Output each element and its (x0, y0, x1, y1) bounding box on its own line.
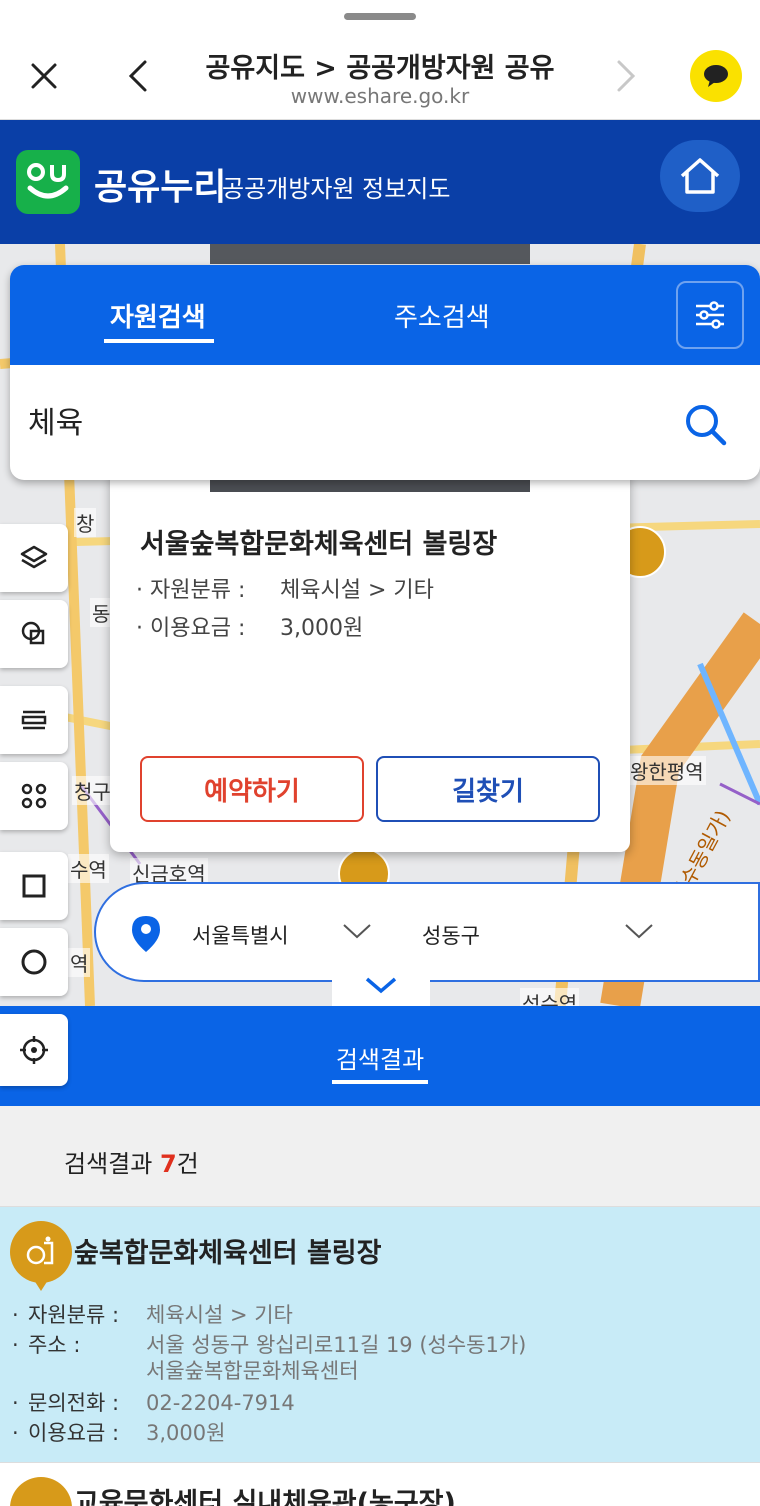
page-title: 공유지도 > 공공개방자원 공유 (205, 53, 555, 84)
search-panel: 자원검색 주소검색 (10, 265, 760, 480)
home-icon (680, 158, 720, 194)
map-label: 청구 (72, 776, 113, 805)
resource-popup: 서울숲복합문화체육센터 볼링장 · 자원분류 : 체육시설 > 기타 · 이용요금… (110, 470, 630, 852)
my-location-button[interactable] (0, 1014, 68, 1086)
square-icon (22, 874, 46, 898)
page-url: www.eshare.go.kr (290, 84, 470, 108)
overlap-icon (21, 621, 45, 645)
results-tab-bar: 검색결과 (0, 1006, 760, 1106)
search-input[interactable] (28, 395, 648, 445)
results-count-prefix: 검색결과 (64, 1150, 160, 1178)
map-label: 역 (68, 948, 91, 977)
chevron-down-icon[interactable] (342, 922, 372, 944)
list-item-title: 교육문화센터 실내체육관(농구장) (74, 1488, 456, 1506)
home-button[interactable] (660, 140, 740, 212)
map-label: 수역 (68, 854, 109, 883)
polygon-nodes-icon (21, 783, 47, 809)
list-item[interactable]: 교육문화센터 실내체육관(농구장) (0, 1462, 760, 1506)
forward-icon[interactable] (602, 52, 650, 100)
circle-icon (21, 949, 47, 975)
draw-circle-button[interactable] (0, 928, 68, 996)
layers-icon (20, 545, 48, 569)
back-icon[interactable] (114, 52, 162, 100)
map-label: 창 (74, 508, 97, 537)
phone-key: 문의전화 : (28, 1391, 120, 1415)
chat-bubble-icon[interactable] (690, 50, 742, 102)
popup-fee-row: · 이용요금 :3,000원 (136, 610, 363, 642)
active-tab-indicator (332, 1080, 428, 1084)
area-measure-button[interactable] (0, 762, 68, 830)
overlay-button[interactable] (0, 600, 68, 668)
list-item-address-cont: 서울숲복합문화체육센터 (12, 1355, 359, 1385)
chevron-down-icon (365, 977, 397, 994)
popup-fee-value: 3,000원 (280, 616, 364, 641)
address-line1: 서울 성동구 왕십리로11길 19 (성수동1가) (146, 1333, 527, 1357)
close-icon[interactable] (20, 52, 68, 100)
address-line2: 서울숲복합문화체육센터 (146, 1359, 359, 1383)
filter-button[interactable] (676, 281, 744, 349)
category-value: 체육시설 > 기타 (146, 1303, 293, 1327)
list-item-title: 숲복합문화체육센터 볼링장 (74, 1238, 382, 1269)
brand-subtitle: 공공개방자원 정보지도 (222, 175, 451, 203)
brand-name: 공유누리 (94, 167, 227, 208)
draw-rectangle-button[interactable] (0, 852, 68, 920)
crosshair-icon (20, 1036, 48, 1064)
district-select[interactable]: 성동구 (422, 920, 480, 950)
popup-category-row: · 자원분류 : 체육시설 > 기타 (136, 572, 434, 604)
collapse-panel-button[interactable] (332, 964, 430, 1006)
facility-pin-icon (10, 1221, 72, 1291)
results-count-suffix: 건 (176, 1150, 199, 1178)
ruler-icon (21, 710, 47, 730)
chevron-down-icon[interactable] (624, 922, 654, 944)
popup-category-value: 체육시설 > 기타 (280, 578, 434, 603)
city-select[interactable]: 서울특별시 (192, 920, 289, 950)
results-count-number: 7 (159, 1150, 177, 1178)
popup-title: 서울숲복합문화체육센터 볼링장 (140, 529, 498, 560)
popup-fee-key: 이용요금 : (150, 616, 246, 641)
ruler-button[interactable] (0, 686, 68, 754)
map-label: 왕한평역 (628, 756, 706, 785)
category-key: 자원분류 : (28, 1303, 120, 1327)
browser-toolbar: 공유지도 > 공공개방자원 공유 www.eshare.go.kr (0, 0, 760, 120)
layers-button[interactable] (0, 524, 68, 592)
list-item-category: · 자원분류 : 체육시설 > 기타 (12, 1299, 293, 1329)
location-pin-icon (130, 914, 162, 958)
tab-search-results[interactable]: 검색결과 (0, 1040, 760, 1075)
sheet-grab-handle[interactable] (344, 13, 416, 20)
site-header: 공유누리 공공개방자원 정보지도 (0, 120, 760, 244)
facility-pin-icon (10, 1477, 72, 1506)
list-item-phone: · 문의전화 :02-2204-7914 (12, 1387, 295, 1417)
search-tabs: 자원검색 주소검색 (10, 265, 760, 365)
popup-category-key: 자원분류 : (150, 578, 246, 603)
map-label: 성수역 (520, 988, 580, 1006)
tab-resource-search[interactable]: 자원검색 (110, 297, 206, 334)
search-button[interactable] (676, 395, 736, 455)
reserve-button[interactable]: 예약하기 (140, 756, 364, 822)
fee-key: 이용요금 : (28, 1421, 120, 1445)
directions-button[interactable]: 길찾기 (376, 756, 600, 822)
phone-value: 02-2204-7914 (146, 1391, 295, 1415)
sliders-icon (696, 301, 724, 329)
results-count-row: 검색결과 7건 (0, 1106, 760, 1206)
fee-value: 3,000원 (146, 1421, 226, 1445)
list-item[interactable]: 숲복합문화체육센터 볼링장 · 자원분류 : 체육시설 > 기타 · 주소 : 서울 성… (0, 1206, 760, 1462)
active-tab-indicator (104, 339, 214, 343)
brand-logo (16, 150, 80, 214)
results-count: 검색결과 7건 (64, 1144, 199, 1179)
tab-address-search[interactable]: 주소검색 (394, 297, 490, 334)
list-item-fee: · 이용요금 :3,000원 (12, 1417, 225, 1447)
search-icon (686, 405, 727, 446)
